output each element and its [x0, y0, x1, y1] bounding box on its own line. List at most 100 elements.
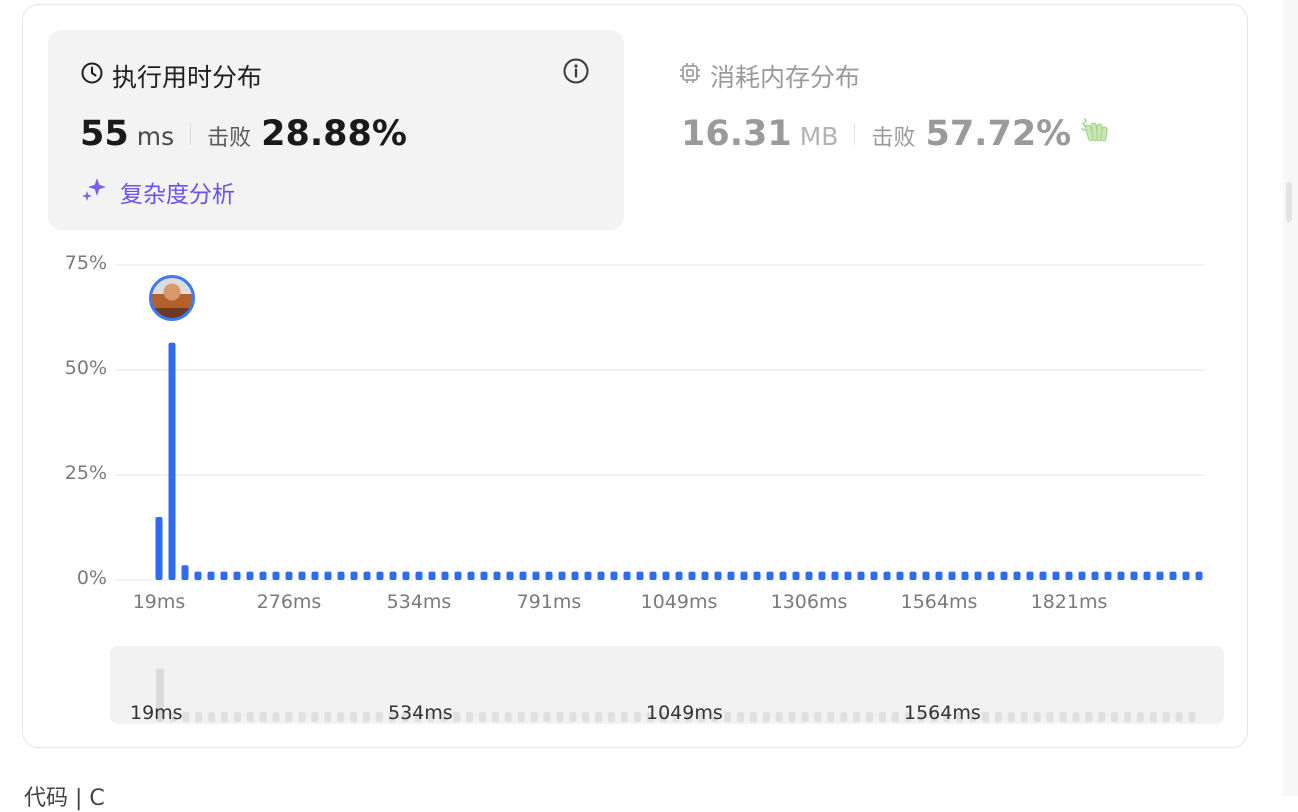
- bar[interactable]: [623, 571, 631, 580]
- code-section-label: 代码 | C: [24, 786, 105, 811]
- y-tick-label: 50%: [64, 357, 107, 379]
- bar[interactable]: [428, 571, 436, 580]
- bar[interactable]: [857, 571, 865, 580]
- bar[interactable]: [506, 571, 514, 580]
- bar[interactable]: [662, 571, 670, 580]
- brush-tick-label: 1564ms: [904, 702, 981, 724]
- scrollbar[interactable]: [1283, 0, 1298, 796]
- bar[interactable]: [714, 571, 722, 580]
- bar[interactable]: [1117, 571, 1125, 580]
- bar[interactable]: [727, 571, 735, 580]
- y-tick-label: 0%: [76, 567, 107, 589]
- bar[interactable]: [1143, 571, 1151, 580]
- bar[interactable]: [480, 571, 488, 580]
- bar[interactable]: [324, 571, 332, 580]
- bar[interactable]: [207, 571, 215, 580]
- scrollbar-thumb[interactable]: [1286, 182, 1292, 222]
- bar[interactable]: [1013, 571, 1021, 580]
- bar-highlighted[interactable]: [168, 342, 176, 580]
- bar[interactable]: [935, 571, 943, 580]
- bar[interactable]: [545, 571, 553, 580]
- bar[interactable]: [285, 571, 293, 580]
- bar[interactable]: [415, 571, 423, 580]
- bar[interactable]: [688, 571, 696, 580]
- bar[interactable]: [1039, 571, 1047, 580]
- bar[interactable]: [675, 571, 683, 580]
- bar[interactable]: [571, 571, 579, 580]
- y-tick-label: 75%: [64, 252, 107, 274]
- bar[interactable]: [1156, 571, 1164, 580]
- bar[interactable]: [818, 571, 826, 580]
- bar[interactable]: [974, 571, 982, 580]
- x-tick-label: 1564ms: [900, 591, 978, 613]
- bar[interactable]: [1195, 571, 1203, 580]
- bar[interactable]: [1052, 571, 1060, 580]
- bar[interactable]: [948, 571, 956, 580]
- bar[interactable]: [233, 571, 241, 580]
- bar[interactable]: [389, 571, 397, 580]
- x-tick-label: 534ms: [386, 591, 452, 613]
- bar[interactable]: [298, 571, 306, 580]
- bar[interactable]: [1130, 571, 1138, 580]
- brush-tick-label: 19ms: [130, 702, 183, 724]
- bar[interactable]: [402, 571, 410, 580]
- bar[interactable]: [519, 571, 527, 580]
- x-tick-label: 791ms: [516, 591, 582, 613]
- bar[interactable]: [363, 571, 371, 580]
- bar[interactable]: [766, 571, 774, 580]
- bar[interactable]: [1091, 571, 1099, 580]
- bar[interactable]: [246, 571, 254, 580]
- bar[interactable]: [1169, 571, 1177, 580]
- bar[interactable]: [779, 571, 787, 580]
- bar[interactable]: [870, 571, 878, 580]
- bar[interactable]: [1065, 571, 1073, 580]
- bar[interactable]: [636, 571, 644, 580]
- bar[interactable]: [844, 571, 852, 580]
- bar[interactable]: [610, 571, 618, 580]
- bar[interactable]: [1026, 571, 1034, 580]
- bar[interactable]: [649, 571, 657, 580]
- bar[interactable]: [155, 517, 163, 580]
- bar[interactable]: [558, 571, 566, 580]
- bar[interactable]: [740, 571, 748, 580]
- x-tick-label: 1306ms: [770, 591, 848, 613]
- bar[interactable]: [883, 571, 891, 580]
- avatar[interactable]: [149, 275, 195, 321]
- bar[interactable]: [753, 571, 761, 580]
- bar[interactable]: [909, 571, 917, 580]
- bar[interactable]: [701, 571, 709, 580]
- bar[interactable]: [532, 571, 540, 580]
- x-tick-label: 1049ms: [640, 591, 718, 613]
- bar[interactable]: [194, 571, 202, 580]
- bar[interactable]: [493, 571, 501, 580]
- bar[interactable]: [1182, 571, 1190, 580]
- bar[interactable]: [181, 565, 189, 580]
- bar[interactable]: [350, 571, 358, 580]
- bar[interactable]: [376, 571, 384, 580]
- y-tick-label: 25%: [64, 462, 107, 484]
- x-tick-label: 276ms: [256, 591, 322, 613]
- bar[interactable]: [922, 571, 930, 580]
- bar[interactable]: [311, 571, 319, 580]
- bar[interactable]: [961, 571, 969, 580]
- x-tick-label: 19ms: [132, 591, 186, 613]
- bar[interactable]: [831, 571, 839, 580]
- bar[interactable]: [805, 571, 813, 580]
- bar[interactable]: [337, 571, 345, 580]
- bar[interactable]: [467, 571, 475, 580]
- bar[interactable]: [1078, 571, 1086, 580]
- bar[interactable]: [1000, 571, 1008, 580]
- bar[interactable]: [272, 571, 280, 580]
- bar[interactable]: [792, 571, 800, 580]
- brush-tick-label: 534ms: [388, 702, 453, 724]
- bar[interactable]: [454, 571, 462, 580]
- bar[interactable]: [220, 571, 228, 580]
- bar[interactable]: [1104, 571, 1112, 580]
- bar[interactable]: [597, 571, 605, 580]
- bar[interactable]: [987, 571, 995, 580]
- bar[interactable]: [896, 571, 904, 580]
- x-tick-label: 1821ms: [1030, 591, 1108, 613]
- bar[interactable]: [584, 571, 592, 580]
- bar[interactable]: [259, 571, 267, 580]
- bar[interactable]: [441, 571, 449, 580]
